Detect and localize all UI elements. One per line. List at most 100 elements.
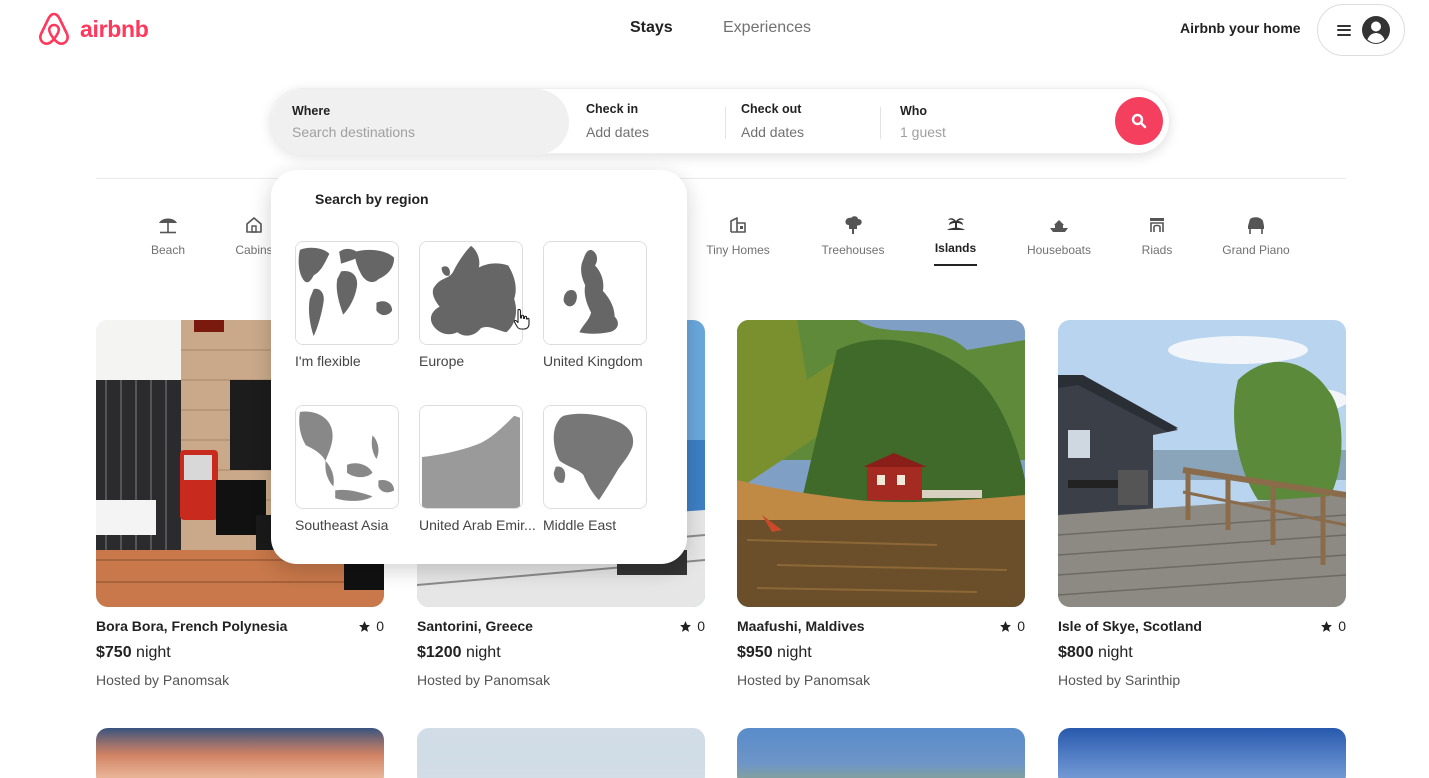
rating-value: 0: [376, 618, 384, 634]
who-label: Who: [900, 104, 928, 118]
where-field[interactable]: Where Search destinations: [271, 89, 569, 155]
price-unit: night: [131, 644, 171, 661]
listing-card[interactable]: Maafushi, Maldives 0 $950 night Hosted b…: [737, 320, 1025, 688]
region-label: Europe: [419, 353, 465, 369]
europe-map-icon: [419, 241, 523, 345]
region-option-united-kingdom[interactable]: United Kingdom: [543, 241, 647, 369]
listing-host: Hosted by Panomsak: [737, 672, 871, 688]
where-label: Where: [292, 104, 331, 118]
listing-photo[interactable]: [737, 320, 1025, 607]
check-in-field[interactable]: Check in Add dates: [586, 89, 726, 155]
check-out-field[interactable]: Check out Add dates: [741, 89, 881, 155]
listing-title: Bora Bora, French Polynesia: [96, 618, 288, 634]
listing-photo[interactable]: [1058, 320, 1346, 607]
check-in-value: Add dates: [586, 124, 650, 140]
rating-value: 0: [1338, 618, 1346, 634]
listing-photo[interactable]: [737, 728, 1025, 778]
listing-rating: 0: [999, 618, 1025, 634]
brand-name: airbnb: [80, 15, 149, 42]
region-option-middle-east[interactable]: Middle East: [543, 405, 647, 533]
check-out-value: Add dates: [741, 124, 805, 140]
grand-piano-icon: [1248, 217, 1264, 234]
star-icon: [680, 620, 692, 632]
tab-stays[interactable]: Stays: [630, 19, 673, 37]
category-label: Islands: [934, 241, 977, 255]
who-field[interactable]: Who 1 guest: [900, 89, 1100, 155]
listing-price: $750 night: [96, 644, 384, 662]
hand-cursor-icon: [513, 308, 530, 330]
category-tiny-homes[interactable]: Tiny Homes: [702, 215, 774, 257]
region-option-southeast-asia[interactable]: Southeast Asia: [295, 405, 399, 533]
category-grand-piano[interactable]: Grand Piano: [1220, 215, 1292, 257]
airbnb-your-home-link[interactable]: Airbnb your home: [1180, 20, 1301, 36]
listing-host: Hosted by Panomsak: [96, 672, 230, 688]
price-amount: $1200: [417, 644, 462, 661]
airbnb-logo-icon: [39, 12, 69, 46]
treehouse-icon: [845, 216, 862, 234]
hamburger-menu-icon: [1337, 24, 1351, 36]
star-icon: [359, 620, 371, 632]
listing-rating: 0: [1320, 618, 1346, 634]
listing-title: Santorini, Greece: [417, 618, 533, 634]
region-dropdown-title: Search by region: [315, 191, 429, 207]
category-houseboats[interactable]: Houseboats: [1024, 215, 1094, 257]
category-label: Beach: [150, 243, 186, 257]
middle-east-map-icon: [543, 405, 647, 509]
listing-rating: 0: [679, 618, 705, 634]
tab-experiences[interactable]: Experiences: [723, 19, 811, 37]
listing-price: $950 night: [737, 644, 1025, 662]
who-placeholder: 1 guest: [900, 124, 946, 140]
user-menu-button[interactable]: [1317, 4, 1405, 56]
star-icon: [1000, 620, 1012, 632]
user-avatar-icon: [1362, 16, 1390, 44]
category-islands[interactable]: Islands: [934, 215, 977, 266]
price-amount: $750: [96, 644, 132, 661]
category-label: Houseboats: [1026, 243, 1092, 257]
search-bar: Where Search destinations Check in Add d…: [270, 88, 1170, 155]
category-label: Treehouses: [821, 243, 885, 257]
check-out-label: Check out: [741, 102, 802, 116]
listing-title: Maafushi, Maldives: [737, 618, 865, 634]
rating-value: 0: [1017, 618, 1025, 634]
category-label: Cabins: [235, 243, 273, 257]
region-label: United Kingdom: [543, 353, 643, 369]
category-treehouses[interactable]: Treehouses: [819, 215, 887, 257]
price-unit: night: [461, 644, 501, 661]
price-unit: night: [1093, 644, 1133, 661]
price-unit: night: [772, 644, 812, 661]
category-beach[interactable]: Beach: [148, 215, 188, 257]
category-riads[interactable]: Riads: [1140, 215, 1174, 257]
region-label: I'm flexible: [295, 353, 361, 369]
region-option-flexible[interactable]: I'm flexible: [295, 241, 399, 369]
price-amount: $800: [1058, 644, 1094, 661]
category-cabins[interactable]: Cabins: [233, 215, 275, 257]
cabin-icon: [246, 217, 262, 233]
listing-rating: 0: [358, 618, 384, 634]
region-dropdown: Search by region I'm flexible Europe Uni…: [271, 170, 687, 564]
airbnb-logo[interactable]: airbnb: [36, 10, 149, 48]
category-label: Riads: [1141, 243, 1173, 257]
search-button[interactable]: [1115, 97, 1163, 145]
listing-photo[interactable]: [96, 728, 384, 778]
tiny-home-icon: [730, 217, 746, 233]
region-option-uae[interactable]: United Arab Emir...: [419, 405, 536, 533]
riad-icon: [1150, 218, 1164, 232]
island-icon: [946, 218, 965, 230]
category-label: Grand Piano: [1222, 243, 1290, 257]
beach-umbrella-icon: [159, 218, 177, 234]
listing-host: Hosted by Panomsak: [417, 672, 551, 688]
listing-title: Isle of Skye, Scotland: [1058, 618, 1202, 634]
divider: [880, 107, 881, 139]
price-amount: $950: [737, 644, 773, 661]
listing-photo[interactable]: [417, 728, 705, 778]
region-option-europe[interactable]: Europe: [419, 241, 523, 369]
listing-price: $1200 night: [417, 644, 705, 662]
listing-card[interactable]: Isle of Skye, Scotland 0 $800 night Host…: [1058, 320, 1346, 688]
houseboat-icon: [1050, 220, 1068, 232]
listing-photo[interactable]: [1058, 728, 1346, 778]
divider: [725, 107, 726, 139]
southeast-asia-map-icon: [295, 405, 399, 509]
category-label: Tiny Homes: [706, 243, 770, 257]
world-map-icon: [295, 241, 399, 345]
star-icon: [1321, 620, 1333, 632]
